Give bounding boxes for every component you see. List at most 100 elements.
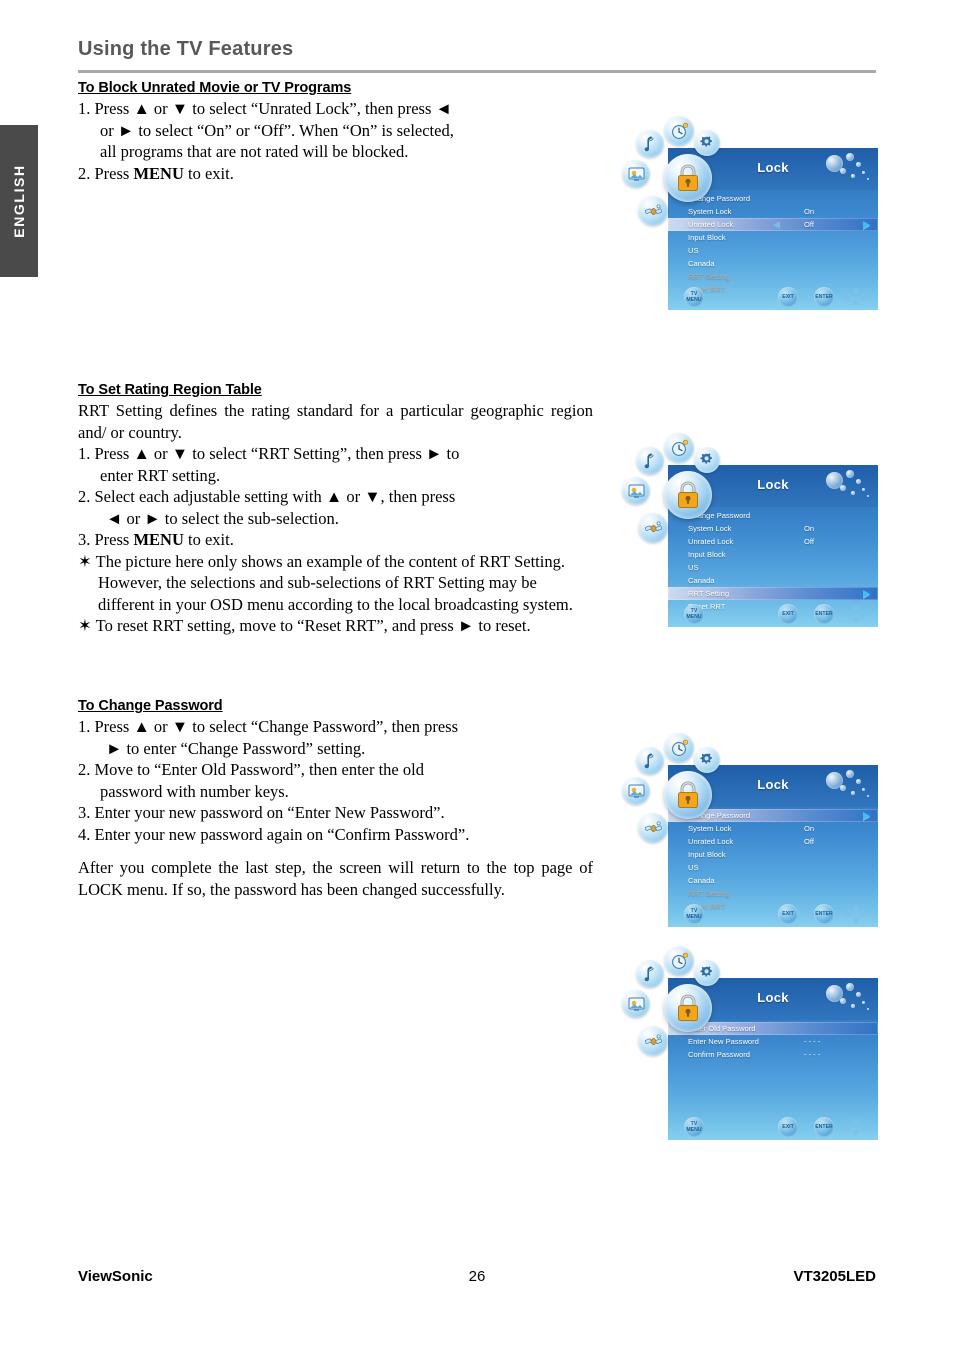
osd-button-bar: TV MENU EXIT ENTER xyxy=(668,286,878,308)
arrow-right-icon[interactable] xyxy=(863,589,870,598)
lock-icon xyxy=(664,984,712,1032)
osd-menu-item-label: US xyxy=(688,863,699,872)
list-item: ✶ To reset RRT setting, move to “Reset R… xyxy=(78,615,593,637)
lock-icon xyxy=(664,771,712,819)
osd-menu-item-label: Canada xyxy=(688,576,715,585)
menu-button-label: TV MENU xyxy=(686,291,702,303)
osd-menu-item[interactable]: Canada xyxy=(668,574,878,587)
section-heading-rating-region: To Set Rating Region Table xyxy=(78,382,262,398)
navigation-pad-segment xyxy=(844,294,849,302)
osd-screenshot-password-entry: Lock Enter Old Password Enter New Password… xyxy=(622,946,878,1140)
list-item: ✶ The picture here only shows an example… xyxy=(78,551,593,616)
exit-button[interactable]: EXIT xyxy=(778,604,798,624)
enter-button[interactable]: ENTER xyxy=(814,1117,834,1137)
gear-icon xyxy=(694,960,720,986)
navigation-pad-segment xyxy=(852,288,860,293)
menu-key-label: MENU xyxy=(133,163,184,183)
navigation-pad-icon[interactable] xyxy=(844,905,866,923)
music-icon xyxy=(636,960,664,988)
osd-menu-item[interactable]: US xyxy=(668,244,878,257)
menu-button-label: TV MENU xyxy=(686,1121,702,1133)
osd-icon-cluster xyxy=(622,431,732,561)
osd-menu-item[interactable]: RRT Setting xyxy=(668,887,878,900)
list-item: password with number keys. xyxy=(78,781,593,803)
section-intro-rating-region: RRT Setting defines the rating standard … xyxy=(78,401,593,442)
picture-icon xyxy=(622,477,650,505)
osd-menu-item-label: RRT Setting xyxy=(688,272,730,281)
exit-button-label: EXIT xyxy=(782,1124,794,1130)
picture-icon xyxy=(622,160,650,188)
arrow-right-icon[interactable] xyxy=(863,220,870,229)
enter-button[interactable]: ENTER xyxy=(814,904,834,924)
lock-icon xyxy=(664,471,712,519)
osd-button-bar: TV MENU EXIT ENTER xyxy=(668,603,878,625)
navigation-pad-segment xyxy=(861,911,866,919)
step-text: 2. Select each adjustable setting with ▲… xyxy=(78,487,456,506)
step-text: to exit. xyxy=(183,530,234,549)
bubble-decoration-icon xyxy=(867,795,869,797)
osd-icon-cluster xyxy=(622,114,732,244)
osd-screenshot-change-password: Lock Change Password System Lock On Unrated … xyxy=(622,733,878,927)
list-item: ► to enter “Change Password” setting. xyxy=(78,738,593,760)
menu-button[interactable]: TV MENU xyxy=(684,604,704,624)
enter-button-label: ENTER xyxy=(815,611,833,617)
enter-button-label: ENTER xyxy=(815,294,833,300)
exit-button[interactable]: EXIT xyxy=(778,904,798,924)
list-item: 1. Press ▲ or ▼ to select “RRT Setting”,… xyxy=(78,443,593,465)
gear-icon xyxy=(694,130,720,156)
exit-button-label: EXIT xyxy=(782,911,794,917)
menu-button[interactable]: TV MENU xyxy=(684,904,704,924)
osd-icon-cluster xyxy=(622,731,732,861)
clock-icon xyxy=(664,433,694,463)
menu-button-label: TV MENU xyxy=(686,908,702,920)
list-item: 4. Enter your new password again on “Con… xyxy=(78,824,593,846)
navigation-pad-icon[interactable] xyxy=(844,1118,866,1136)
clock-icon xyxy=(664,946,694,976)
bubble-decoration-icon xyxy=(867,495,869,497)
navigation-pad-segment xyxy=(852,905,860,910)
step-text: ► to enter “Change Password” setting. xyxy=(106,738,366,758)
osd-menu-item[interactable]: US xyxy=(668,561,878,574)
osd-menu-item-label: RRT Setting xyxy=(688,889,730,898)
osd-menu-item[interactable]: RRT Setting xyxy=(668,270,878,283)
navigation-pad-segment xyxy=(844,911,849,919)
list-item: all programs that are not rated will be … xyxy=(78,141,593,163)
step-list-block-unrated: 1. Press ▲ or ▼ to select “Unrated Lock”… xyxy=(78,98,593,184)
list-item: enter RRT setting. xyxy=(78,465,593,487)
osd-menu-item[interactable]: Canada xyxy=(668,874,878,887)
language-tab: ENGLISH xyxy=(0,125,38,277)
menu-button[interactable]: TV MENU xyxy=(684,287,704,307)
note-text: ✶ To reset RRT setting, move to “Reset R… xyxy=(78,616,531,635)
arrow-right-icon[interactable] xyxy=(863,811,870,820)
navigation-pad-segment xyxy=(844,611,849,619)
navigation-pad-icon[interactable] xyxy=(844,605,866,623)
note-text: ✶ The picture here only shows an example… xyxy=(78,551,573,614)
picture-icon xyxy=(622,990,650,1018)
navigation-pad-icon[interactable] xyxy=(844,288,866,306)
step-text: all programs that are not rated will be … xyxy=(100,142,409,161)
section-closing-change-password: After you complete the last step, the sc… xyxy=(78,858,593,899)
gear-icon xyxy=(694,447,720,473)
enter-button[interactable]: ENTER xyxy=(814,604,834,624)
language-tab-label: ENGLISH xyxy=(11,164,27,238)
exit-button[interactable]: EXIT xyxy=(778,1117,798,1137)
step-text: 2. Move to “Enter Old Password”, then en… xyxy=(78,760,424,779)
satellite-icon xyxy=(638,1026,668,1056)
osd-menu-item[interactable]: RRT Setting xyxy=(668,587,878,600)
exit-button-label: EXIT xyxy=(782,611,794,617)
clock-icon xyxy=(664,116,694,146)
osd-menu-item-label: RRT Setting xyxy=(688,589,730,598)
manual-page: ENGLISH Using the TV Features To Block U… xyxy=(0,0,954,1348)
osd-menu-item[interactable]: US xyxy=(668,861,878,874)
enter-button[interactable]: ENTER xyxy=(814,287,834,307)
menu-button[interactable]: TV MENU xyxy=(684,1117,704,1137)
exit-button[interactable]: EXIT xyxy=(778,287,798,307)
osd-menu-item-value: - - - - xyxy=(804,1050,821,1059)
satellite-icon xyxy=(638,513,668,543)
enter-button-label: ENTER xyxy=(815,911,833,917)
arrow-left-icon[interactable] xyxy=(773,220,780,229)
list-item: 2. Press MENU to exit. xyxy=(78,163,234,183)
list-item: 2. Select each adjustable setting with ▲… xyxy=(78,486,593,508)
music-icon xyxy=(636,130,664,158)
osd-menu-item[interactable]: Canada xyxy=(668,257,878,270)
